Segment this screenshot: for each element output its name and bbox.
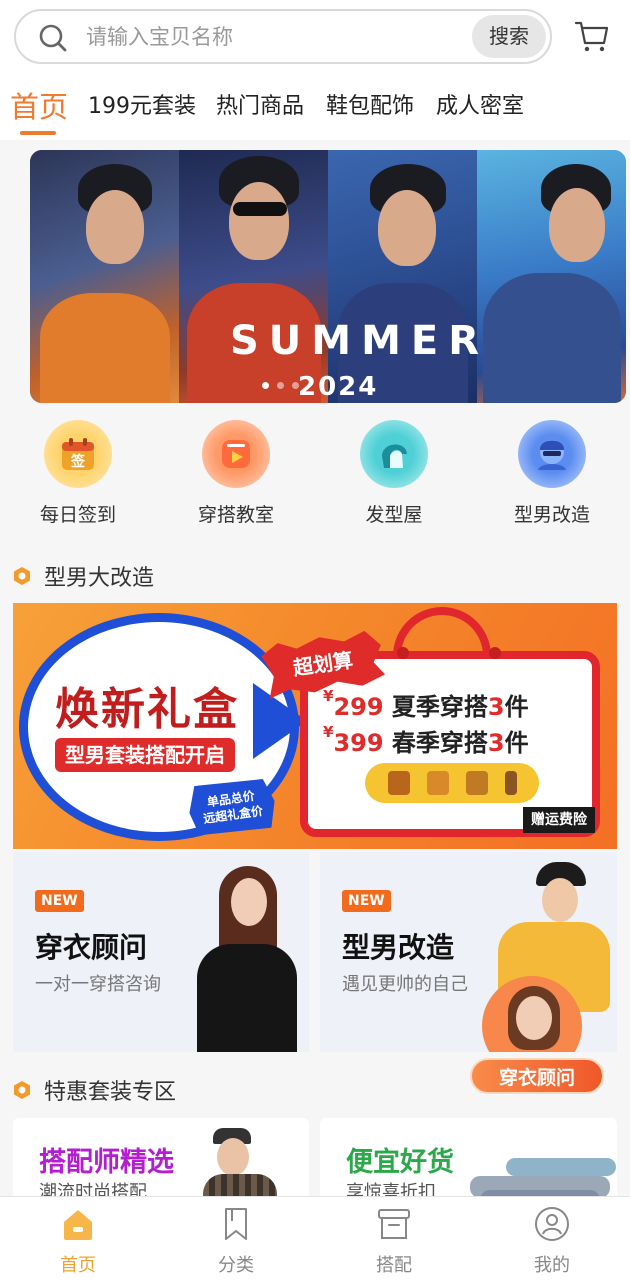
quick-item-styling-class[interactable]: 穿搭教室	[166, 420, 306, 527]
new-badge: NEW	[35, 890, 84, 912]
banner-year: 2024	[298, 372, 379, 402]
search-icon	[39, 24, 67, 52]
tab-home[interactable]: 首页	[10, 84, 68, 126]
banner-model-3	[328, 150, 477, 403]
pants-icon	[504, 771, 517, 795]
underwear-product	[506, 1158, 616, 1176]
category-tabs: 首页 199元套装 热门商品 鞋包配饰 成人密室	[0, 80, 630, 140]
card-subtitle: 遇见更帅的自己	[342, 974, 468, 995]
shirt-icon	[465, 771, 488, 795]
advisor-face	[516, 996, 552, 1040]
user-icon	[535, 1207, 569, 1241]
nav-label: 首页	[60, 1255, 96, 1276]
quick-item-makeover[interactable]: 型男改造	[482, 420, 622, 527]
nav-profile[interactable]: 我的	[502, 1205, 602, 1277]
banner-model-2	[179, 150, 328, 403]
hairstyle-icon	[360, 420, 428, 488]
card-title: 穿衣顾问	[35, 931, 148, 964]
hero-banner[interactable]: SUMMER 2024	[30, 150, 626, 403]
quick-item-daily-checkin[interactable]: 签 每日签到	[8, 420, 148, 527]
tab-hot-items[interactable]: 热门商品	[216, 88, 304, 120]
card-makeover[interactable]: NEW 型男改造 遇见更帅的自己	[320, 852, 617, 1052]
svg-text:签: 签	[70, 453, 86, 470]
banner-model-4	[477, 150, 626, 403]
deal-card-bargains[interactable]: 便宜好货 享惊喜折扣	[320, 1118, 617, 1208]
new-badge: NEW	[342, 890, 391, 912]
offer-line-1: ¥299 夏季穿搭3件	[323, 687, 529, 721]
deal-card-stylist-picks[interactable]: 搭配师精选 潮流时尚搭配	[13, 1118, 309, 1208]
active-tab-indicator	[20, 131, 56, 135]
search-input[interactable]	[86, 19, 466, 55]
section-title-makeover: 型男大改造	[12, 560, 154, 592]
hexagon-icon	[14, 567, 30, 585]
section-title-deals: 特惠套装专区	[12, 1074, 176, 1106]
promo-banner[interactable]: 焕新礼盒 型男套装搭配开启 单品总价 远超礼盒价 超划算 ¥299 夏季穿搭3件 …	[13, 603, 617, 849]
deal-card-title: 便宜好货	[346, 1147, 454, 1178]
quick-item-hair-salon[interactable]: 发型屋	[324, 420, 464, 527]
carousel-dot[interactable]	[277, 382, 284, 389]
makeover-avatar-icon	[518, 420, 586, 488]
card-style-advisor[interactable]: NEW 穿衣顾问 一对一穿搭咨询	[13, 852, 309, 1052]
model-face	[542, 878, 578, 922]
tab-adult-room[interactable]: 成人密室	[436, 88, 524, 120]
header: 搜索 首页 199元套装 热门商品 鞋包配饰 成人密室	[0, 0, 630, 140]
nav-label: 我的	[534, 1255, 570, 1276]
video-class-icon	[202, 420, 270, 488]
bottom-nav: 首页 分类 搭配 我的	[0, 1196, 630, 1280]
shoe-icon	[426, 771, 449, 795]
offer-line-2: ¥399 春季穿搭3件	[323, 723, 529, 757]
promo-subtitle: 型男套装搭配开启	[55, 738, 235, 772]
tab-shoes-bags[interactable]: 鞋包配饰	[326, 88, 414, 120]
nav-label: 搭配	[376, 1255, 412, 1276]
search-button[interactable]: 搜索	[472, 15, 546, 58]
model-blazer	[197, 944, 297, 1052]
section-title-text: 特惠套装专区	[44, 1080, 177, 1105]
nav-label: 分类	[218, 1255, 254, 1276]
quick-item-label: 穿搭教室	[197, 504, 274, 526]
search-bar[interactable]: 搜索	[14, 9, 552, 64]
model-face	[231, 878, 267, 926]
deal-card-title: 搭配师精选	[39, 1147, 174, 1178]
home-icon	[64, 1210, 92, 1240]
hexagon-icon	[14, 1081, 30, 1099]
shipping-insurance-badge: 赠运费险	[523, 807, 595, 833]
bag-knob	[397, 647, 409, 659]
banner-headline: SUMMER	[230, 318, 490, 364]
box-icon	[378, 1209, 410, 1239]
card-subtitle: 一对一穿搭咨询	[35, 974, 161, 995]
nav-outfit[interactable]: 搭配	[344, 1205, 444, 1277]
promo-title: 焕新礼盒	[55, 684, 239, 735]
tab-199-set[interactable]: 199元套装	[88, 88, 196, 120]
quick-item-label: 每日签到	[39, 504, 116, 526]
banner-model-1	[30, 150, 179, 403]
quick-item-label: 型男改造	[513, 504, 590, 526]
promo-arrow	[253, 683, 307, 759]
clothing-items-strip	[365, 763, 539, 803]
bookmark-icon	[225, 1208, 247, 1240]
model-face	[217, 1138, 249, 1176]
jacket-icon	[387, 771, 410, 795]
style-advisor-badge[interactable]: 穿衣顾问	[470, 1058, 604, 1094]
nav-home[interactable]: 首页	[28, 1205, 128, 1277]
bag-knob	[489, 647, 501, 659]
card-title: 型男改造	[342, 931, 455, 964]
section-title-text: 型男大改造	[44, 566, 155, 591]
nav-category[interactable]: 分类	[186, 1205, 286, 1277]
quick-menu: 签 每日签到 穿搭教室 发型屋 型男改造	[0, 410, 630, 540]
carousel-dot[interactable]	[262, 382, 269, 389]
quick-item-label: 发型屋	[365, 504, 423, 526]
calendar-sign-icon: 签	[44, 420, 112, 488]
cart-icon[interactable]	[574, 18, 610, 54]
